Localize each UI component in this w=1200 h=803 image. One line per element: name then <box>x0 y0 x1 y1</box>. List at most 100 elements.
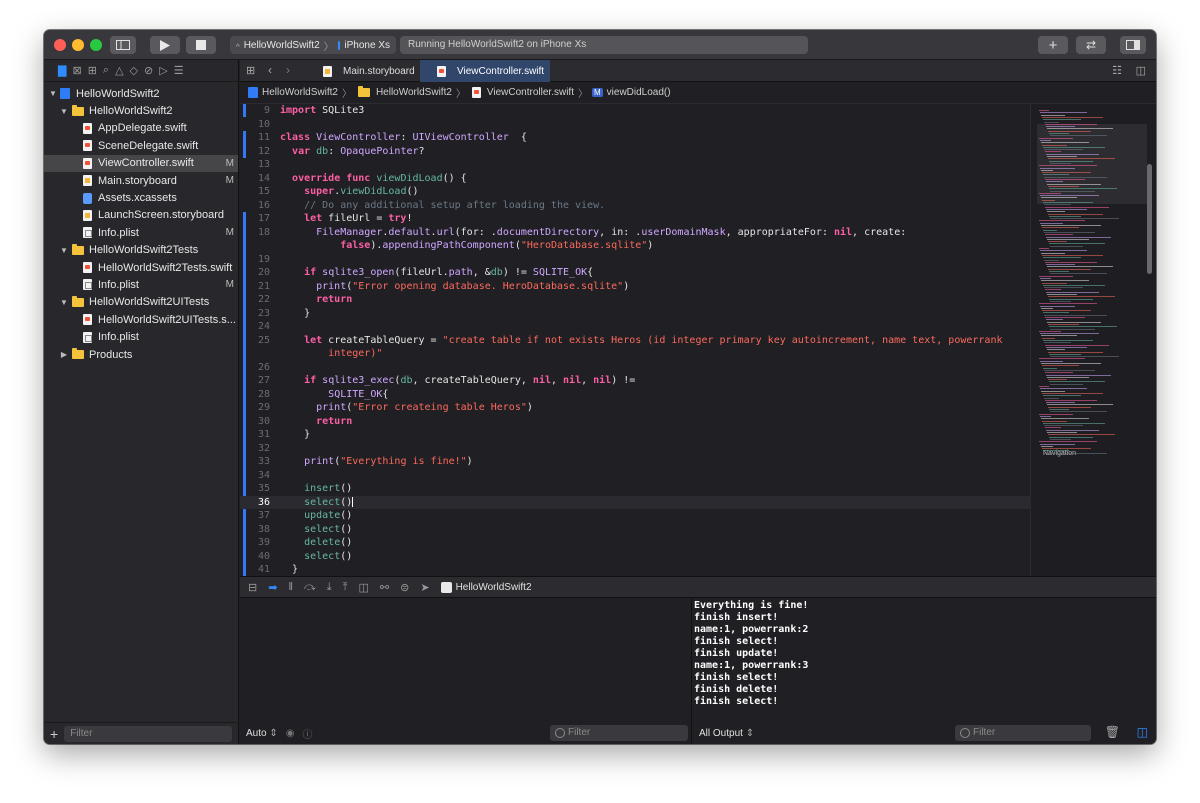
navigator-filter-input[interactable]: Filter <box>64 725 233 742</box>
line-number[interactable]: 34 <box>240 469 270 483</box>
jumpbar-project[interactable]: HelloWorldSwift2 <box>262 87 338 98</box>
code-line[interactable]: 22 return <box>240 293 1030 307</box>
line-number[interactable]: 29 <box>240 401 270 415</box>
line-number[interactable]: 33 <box>240 455 270 469</box>
disclosure-expanded-icon[interactable]: ▼ <box>59 246 69 255</box>
scheme-selector[interactable]: HelloWorldSwift2 〉 iPhone Xs <box>230 36 396 54</box>
split-editor-icon[interactable]: ◫ <box>1136 64 1146 77</box>
library-button[interactable]: + <box>1038 36 1068 54</box>
code-line[interactable]: 30 return <box>240 415 1030 429</box>
debug-icon[interactable]: ⊘ <box>144 64 153 77</box>
line-number[interactable]: 27 <box>240 374 270 388</box>
tree-file[interactable]: Info.plist M <box>44 276 238 293</box>
hierarchy-icon[interactable]: ⊞ <box>88 64 97 77</box>
folder-icon[interactable]: ▇ <box>58 64 66 77</box>
code-line[interactable]: 26 <box>240 361 1030 375</box>
disclosure-collapsed-icon[interactable]: ▶ <box>59 350 69 359</box>
line-number[interactable]: 21 <box>240 280 270 294</box>
add-file-icon[interactable]: + <box>50 726 58 742</box>
code-line[interactable]: 39 delete() <box>240 536 1030 550</box>
environment-overrides-icon[interactable]: ⊜ <box>400 581 409 594</box>
code-line[interactable]: 28 SQLITE_OK{ <box>240 388 1030 402</box>
code-line[interactable]: 24 <box>240 320 1030 334</box>
code-line[interactable]: 14 override func viewDidLoad() { <box>240 172 1030 186</box>
line-number[interactable]: 11 <box>240 131 270 145</box>
split-pane-icon[interactable]: ◫ <box>1137 725 1148 739</box>
variables-filter-input[interactable]: Filter <box>550 725 688 741</box>
code-line[interactable]: 32 <box>240 442 1030 456</box>
tree-file[interactable]: HelloWorldSwift2Tests.swift <box>44 259 238 276</box>
tab-viewcontroller-swift[interactable]: ViewController.swift <box>420 60 550 82</box>
line-number[interactable]: 9 <box>240 104 270 118</box>
source-editor[interactable]: 9 import SQLite3 10 11 class ViewController:… <box>240 104 1030 576</box>
editor-options-icon[interactable]: ☷ <box>1112 64 1122 77</box>
tree-file[interactable]: SceneDelegate.swift <box>44 137 238 154</box>
tree-group[interactable]: ▶ Products <box>44 346 238 363</box>
test-diamond-icon[interactable]: ◇ <box>130 64 138 77</box>
line-number[interactable]: 30 <box>240 415 270 429</box>
line-number[interactable]: 31 <box>240 428 270 442</box>
line-number[interactable]: 12 <box>240 145 270 159</box>
tree-group[interactable]: ▼ HelloWorldSwift2Tests <box>44 242 238 259</box>
tree-group[interactable]: ▼ HelloWorldSwift2 <box>44 85 238 102</box>
minimap[interactable]: Navigation <box>1030 104 1156 576</box>
line-number[interactable]: 23 <box>240 307 270 321</box>
console-output[interactable]: Everything is fine! finish insert! name:1,… <box>693 598 1156 708</box>
code-line[interactable]: 18 FileManager.default.url(for: .documen… <box>240 226 1030 240</box>
code-line[interactable]: false).appendingPathComponent("HeroDatab… <box>240 239 1030 253</box>
simulate-location-icon[interactable]: ➤ <box>420 581 429 594</box>
jumpbar-group[interactable]: HelloWorldSwift2 <box>376 87 452 98</box>
code-line[interactable]: 36 select() <box>240 495 1030 509</box>
jumpbar-file[interactable]: ViewController.swift <box>487 87 574 98</box>
line-number[interactable]: 20 <box>240 266 270 280</box>
code-line[interactable]: 20 if sqlite3_open(fileUrl.path, &db) !=… <box>240 266 1030 280</box>
code-line[interactable]: 38 select() <box>240 523 1030 537</box>
tree-file[interactable]: Info.plist M <box>44 224 238 241</box>
breakpoint-icon[interactable]: ▷ <box>159 64 167 77</box>
tree-file[interactable]: Info.plist <box>44 328 238 345</box>
disclosure-expanded-icon[interactable]: ▼ <box>48 89 58 98</box>
code-line[interactable]: 15 super.viewDidLoad() <box>240 185 1030 199</box>
zoom-window-button[interactable] <box>90 39 102 51</box>
line-number[interactable]: 16 <box>240 199 270 213</box>
tree-file[interactable]: Main.storyboard M <box>44 172 238 189</box>
tree-group[interactable]: ▼ HelloWorldSwift2 <box>44 102 238 119</box>
toggle-navigator-button[interactable] <box>110 36 136 54</box>
memory-graph-icon[interactable]: ⚯ <box>380 581 389 594</box>
tree-group[interactable]: ▼ HelloWorldSwift2UITests <box>44 294 238 311</box>
step-out-icon[interactable]: ⤒ <box>343 581 348 594</box>
debug-target[interactable]: HelloWorldSwift2 <box>440 581 532 593</box>
search-icon[interactable]: ⌕ <box>103 64 109 77</box>
line-number[interactable]: 32 <box>240 442 270 456</box>
step-into-icon[interactable]: ⤓ <box>327 581 332 594</box>
line-number[interactable]: 39 <box>240 536 270 550</box>
trash-icon[interactable]: 🗑 <box>1105 725 1120 739</box>
line-number[interactable]: 22 <box>240 293 270 307</box>
tab-main-storyboard[interactable]: Main.storyboard <box>306 60 418 82</box>
line-number[interactable]: 35 <box>240 482 270 496</box>
line-number[interactable]: 13 <box>240 158 270 172</box>
line-number[interactable]: 28 <box>240 388 270 402</box>
line-number[interactable]: 24 <box>240 320 270 334</box>
forward-icon[interactable]: › <box>286 63 290 77</box>
tree-file[interactable]: HelloWorldSwift2UITests.s... <box>44 311 238 328</box>
tree-file[interactable]: LaunchScreen.storyboard <box>44 207 238 224</box>
code-line[interactable]: 41 } <box>240 563 1030 576</box>
code-line[interactable]: 21 print("Error opening database. HeroDa… <box>240 280 1030 294</box>
pause-icon[interactable]: ‖ <box>288 581 293 593</box>
line-number[interactable]: 41 <box>240 563 270 576</box>
code-line[interactable]: 40 select() <box>240 550 1030 564</box>
hide-debug-area-icon[interactable]: ⊟ <box>248 581 257 594</box>
line-number[interactable]: 14 <box>240 172 270 186</box>
line-number[interactable]: 19 <box>240 253 270 267</box>
editor-scrollbar[interactable] <box>1147 164 1152 274</box>
view-debugger-icon[interactable]: ◫ <box>359 581 369 594</box>
line-number[interactable]: 15 <box>240 185 270 199</box>
code-line[interactable]: 13 <box>240 158 1030 172</box>
line-number[interactable]: 18 <box>240 226 270 240</box>
run-button[interactable] <box>150 36 180 54</box>
variables-scope-selector[interactable]: Auto ⇕ <box>246 728 278 739</box>
code-line[interactable]: 12 var db: OpaquePointer? <box>240 145 1030 159</box>
code-line[interactable]: 11 class ViewController: UIViewController… <box>240 131 1030 145</box>
jumpbar-symbol[interactable]: viewDidLoad() <box>607 87 671 98</box>
